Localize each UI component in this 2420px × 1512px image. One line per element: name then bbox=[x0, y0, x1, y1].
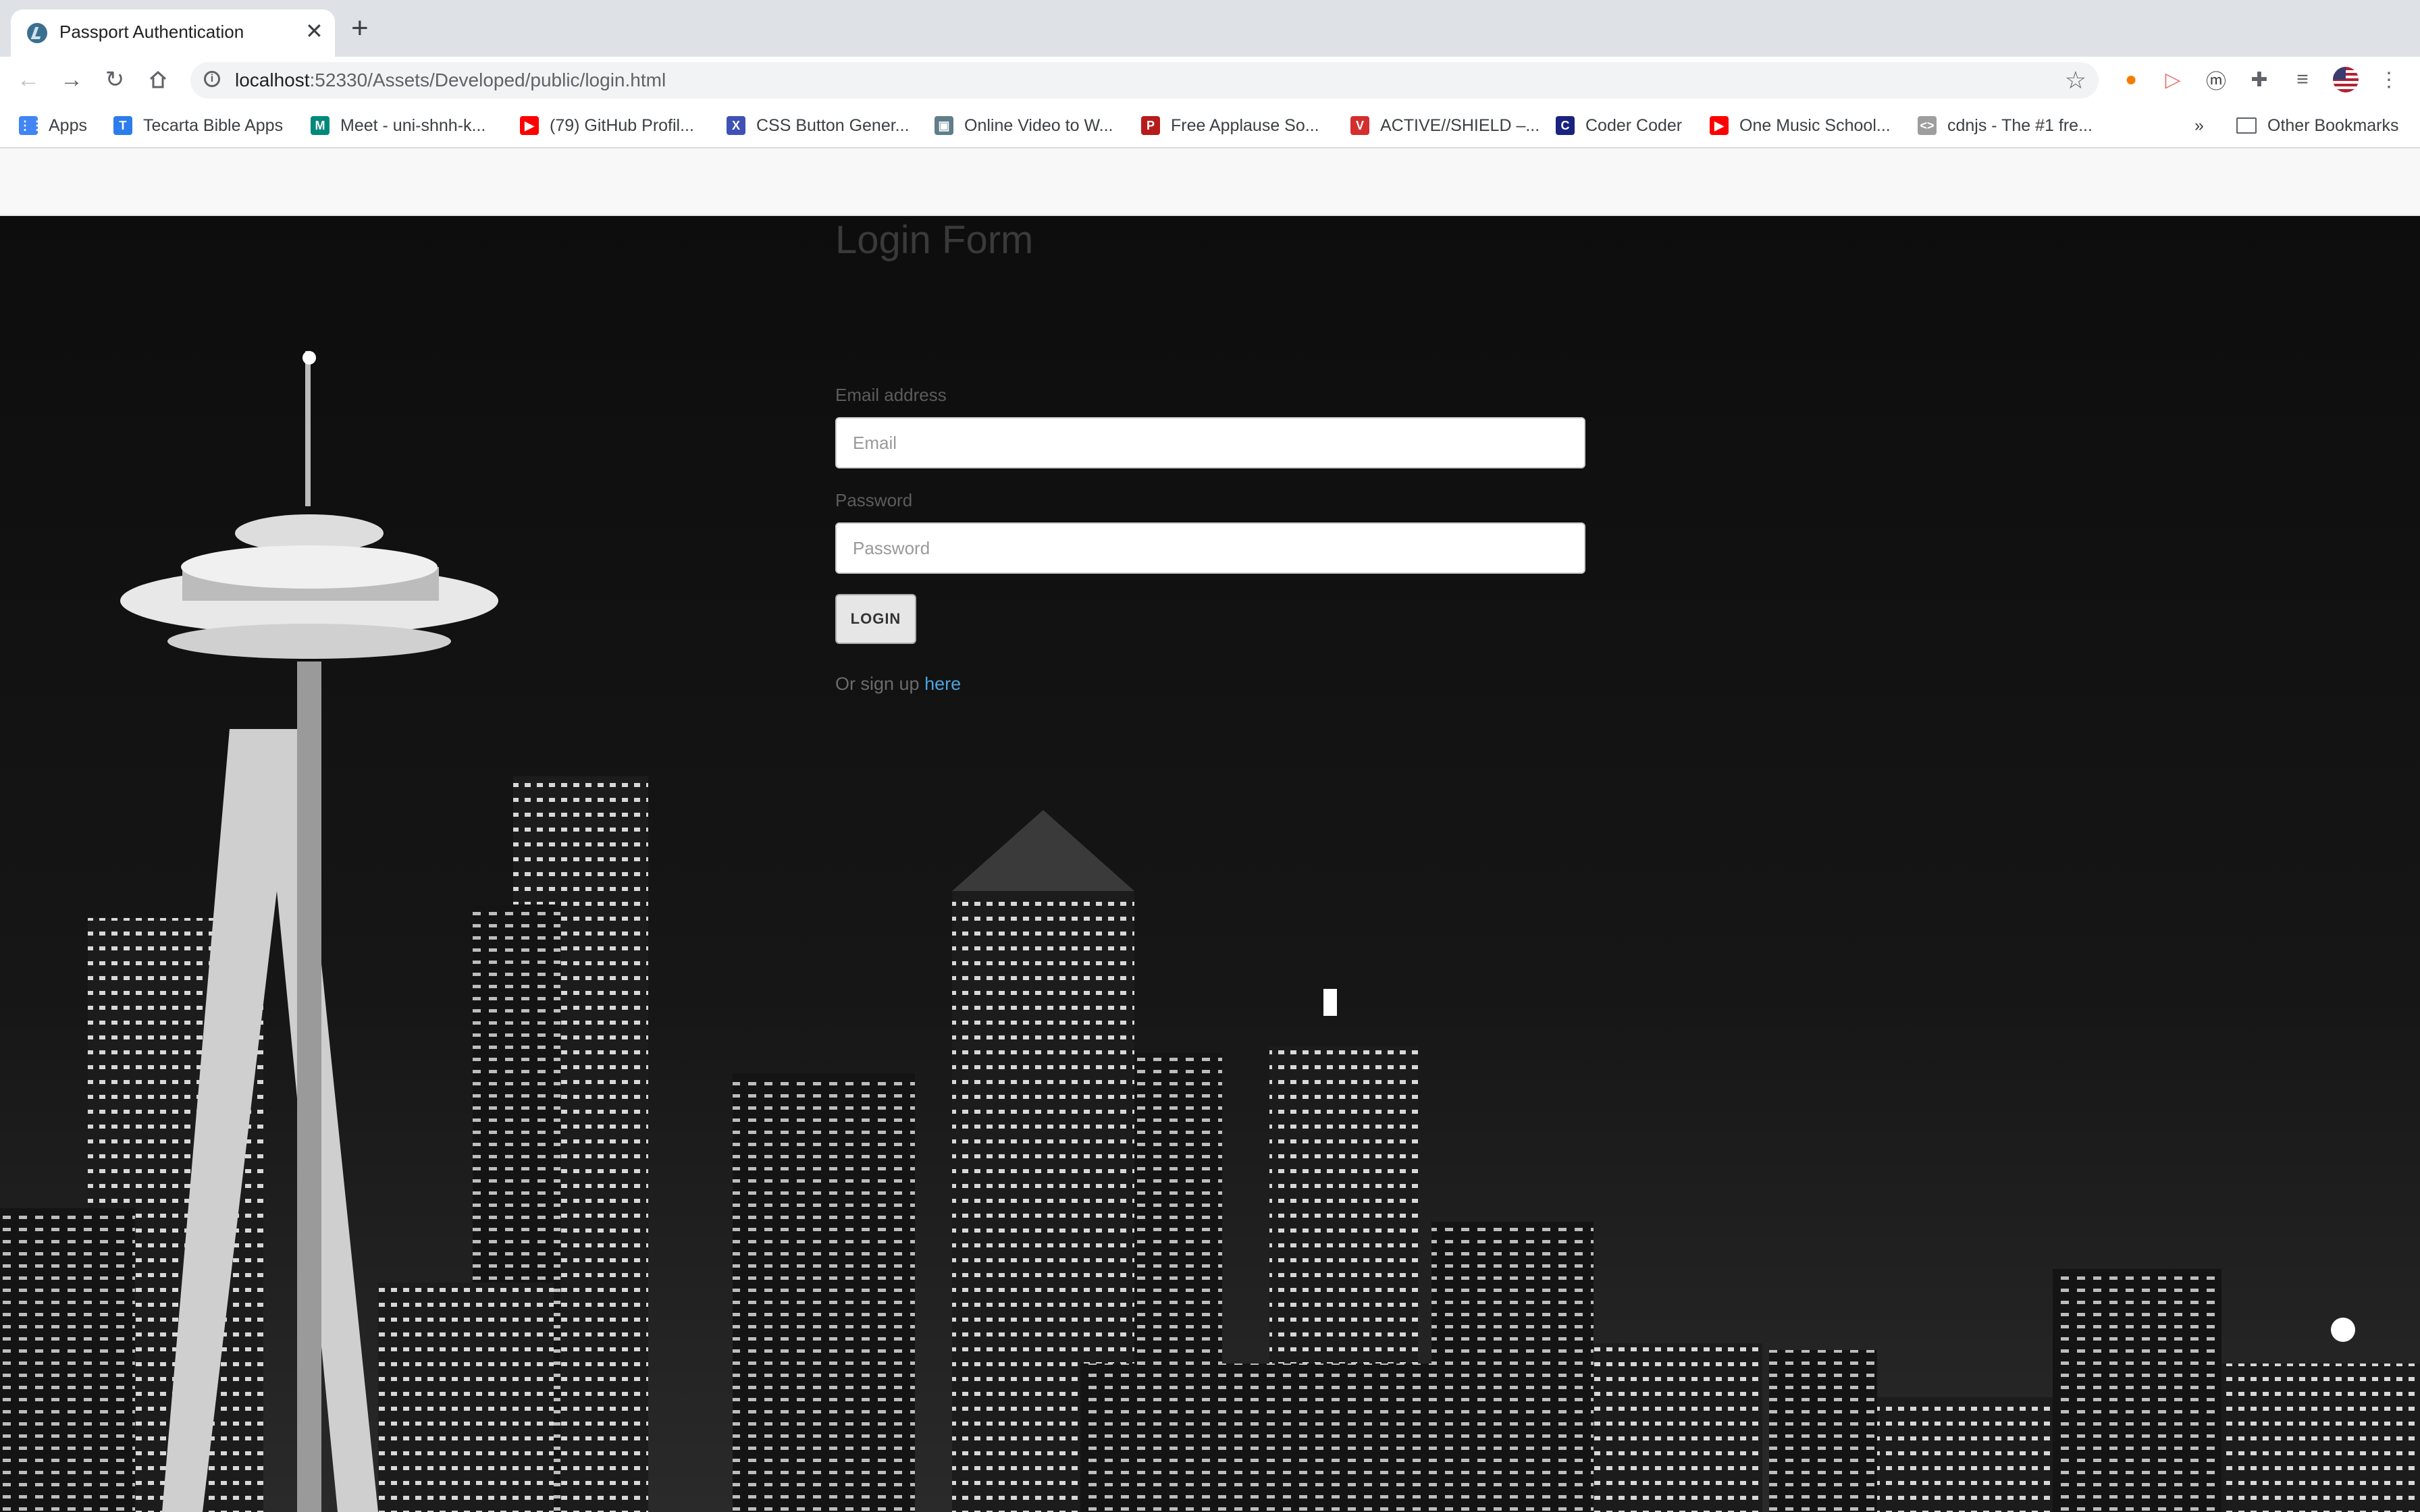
bookmark-label: ACTIVE//SHIELD –... bbox=[1380, 115, 1540, 135]
extension-m-icon[interactable]: ⓜ bbox=[2203, 66, 2230, 93]
url-text: localhost:52330/Assets/Developed/public/… bbox=[235, 70, 666, 90]
signup-prefix: Or sign up bbox=[835, 674, 925, 694]
video-converter-icon: ▣ bbox=[935, 116, 953, 135]
code-brackets-icon: <> bbox=[1918, 116, 1937, 135]
login-form-title: Login Form bbox=[835, 218, 1034, 262]
browser-toolbar: ← → ↻ i localhost:52330/Assets/Developed… bbox=[0, 57, 2420, 103]
bookmark-label: Meet - uni-shnh-k... bbox=[340, 115, 486, 135]
extension-flame-icon[interactable]: ● bbox=[2118, 66, 2145, 93]
passport-favicon-icon bbox=[27, 23, 47, 43]
other-bookmarks[interactable]: Other Bookmarks bbox=[2236, 115, 2399, 136]
web-page: Login Form Email address Password LOGIN … bbox=[0, 148, 2420, 1512]
folder-icon bbox=[2236, 117, 2257, 134]
coder-coder-icon: C bbox=[1556, 116, 1575, 135]
email-input[interactable] bbox=[835, 417, 1585, 468]
media-queue-icon[interactable]: ≡ bbox=[2289, 66, 2316, 93]
browser-tab[interactable]: Passport Authentication ✕ bbox=[11, 9, 335, 57]
bookmark-item[interactable]: ▶ (79) GitHub Profil... bbox=[520, 115, 694, 136]
signup-link[interactable]: here bbox=[924, 674, 961, 694]
bookmark-label: Online Video to W... bbox=[964, 115, 1113, 135]
bookmark-item[interactable]: V ACTIVE//SHIELD –... bbox=[1350, 115, 1540, 136]
apps-grid-icon: ⋮⋮ bbox=[19, 116, 43, 135]
skyline-image bbox=[0, 351, 2420, 1512]
signup-text: Or sign up here bbox=[835, 674, 961, 695]
bookmark-label: (79) GitHub Profil... bbox=[550, 115, 694, 135]
back-arrow-icon[interactable]: ← bbox=[14, 65, 43, 94]
forward-arrow-icon[interactable]: → bbox=[57, 65, 86, 94]
profile-avatar-icon[interactable] bbox=[2332, 66, 2359, 93]
menu-kebab-icon[interactable]: ⋮ bbox=[2375, 66, 2402, 93]
bookmark-label: Free Applause So... bbox=[1171, 115, 1319, 135]
meet-icon: M bbox=[311, 116, 330, 135]
css-x-icon: X bbox=[727, 116, 745, 135]
bookmark-item[interactable]: M Meet - uni-shnh-k... bbox=[311, 115, 485, 136]
shield-v-icon: V bbox=[1350, 116, 1369, 135]
bookmark-label: CSS Button Gener... bbox=[756, 115, 910, 135]
bookmark-label: Apps bbox=[49, 115, 87, 135]
home-icon[interactable] bbox=[143, 65, 173, 94]
bookmark-item[interactable]: X CSS Button Gener... bbox=[727, 115, 910, 136]
close-tab-icon[interactable]: ✕ bbox=[305, 19, 323, 43]
tecarta-icon: T bbox=[113, 116, 132, 135]
bookmark-item[interactable]: <> cdnjs - The #1 fre... bbox=[1918, 115, 2093, 136]
reload-icon[interactable]: ↻ bbox=[100, 65, 130, 94]
email-label: Email address bbox=[835, 385, 947, 405]
bookmark-item[interactable]: C Coder Coder bbox=[1556, 115, 1682, 136]
bookmark-item[interactable]: T Tecarta Bible Apps bbox=[113, 115, 283, 136]
bookmark-item[interactable]: ▶ One Music School... bbox=[1710, 115, 1891, 136]
password-input[interactable] bbox=[835, 522, 1585, 574]
extensions-puzzle-icon[interactable]: ✚ bbox=[2246, 66, 2273, 93]
bookmark-label: Tecarta Bible Apps bbox=[143, 115, 284, 135]
new-tab-icon[interactable]: + bbox=[351, 14, 369, 43]
seattle-skyline-background bbox=[0, 216, 2420, 1512]
youtube-icon: ▶ bbox=[1710, 116, 1729, 135]
site-info-icon[interactable]: i bbox=[204, 71, 220, 87]
tab-title: Passport Authentication bbox=[59, 22, 244, 42]
other-bookmarks-label: Other Bookmarks bbox=[2267, 115, 2399, 135]
bookmark-star-icon[interactable]: ☆ bbox=[2065, 66, 2086, 94]
bookmarks-bar: » Other Bookmarks ⋮⋮ Apps T Tecarta Bible A… bbox=[0, 103, 2420, 148]
bookmark-item[interactable]: ⋮⋮ Apps bbox=[19, 115, 87, 136]
bookmark-label: Coder Coder bbox=[1585, 115, 1683, 135]
overflow-chevron-icon[interactable]: » bbox=[2194, 115, 2204, 136]
site-navbar bbox=[0, 148, 2420, 216]
address-bar[interactable]: i localhost:52330/Assets/Developed/publi… bbox=[190, 62, 2099, 99]
pir-icon: P bbox=[1141, 116, 1160, 135]
bookmark-item[interactable]: P Free Applause So... bbox=[1141, 115, 1319, 136]
bookmark-label: cdnjs - The #1 fre... bbox=[1947, 115, 2093, 135]
password-label: Password bbox=[835, 490, 913, 510]
bookmark-item[interactable]: ▣ Online Video to W... bbox=[935, 115, 1113, 136]
bookmark-label: One Music School... bbox=[1739, 115, 1891, 135]
tab-strip: Passport Authentication ✕ + bbox=[0, 0, 2420, 57]
login-button[interactable]: LOGIN bbox=[835, 594, 916, 644]
youtube-icon: ▶ bbox=[520, 116, 539, 135]
extension-play-icon[interactable]: ▷ bbox=[2159, 66, 2186, 93]
